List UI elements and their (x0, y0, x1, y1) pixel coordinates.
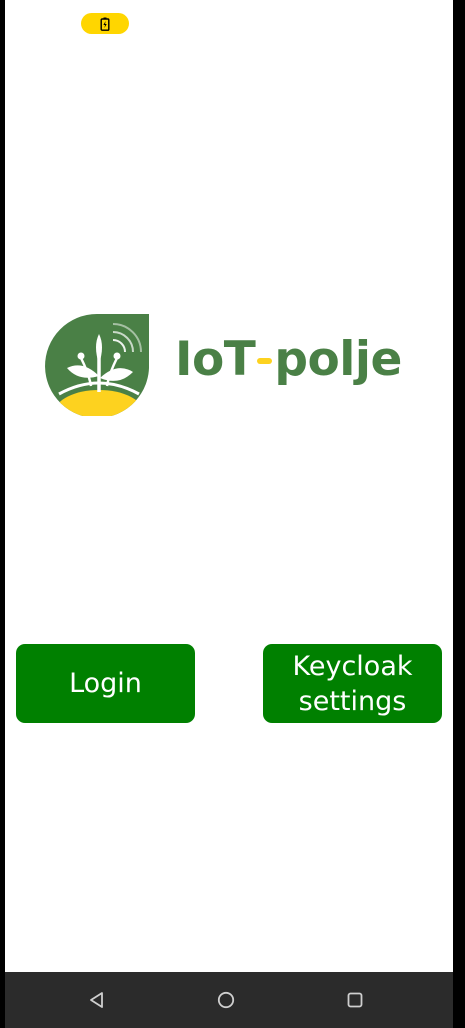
logo-dash (257, 357, 273, 364)
logo-wordmark: IoT polje (175, 330, 402, 390)
logo-text-iot: IoT (175, 332, 256, 387)
system-navigation-bar (5, 972, 453, 1028)
recents-square-icon[interactable] (341, 986, 369, 1014)
home-circle-icon[interactable] (212, 986, 240, 1014)
back-triangle-icon[interactable] (83, 986, 111, 1014)
screen-edge (453, 0, 465, 1028)
keycloak-settings-button[interactable]: Keycloak settings (263, 644, 442, 723)
login-button[interactable]: Login (16, 644, 195, 723)
logo-text-polje: polje (274, 332, 402, 387)
plant-logo-icon (45, 314, 149, 416)
battery-status-pill (81, 13, 129, 34)
app-logo: IoT polje (45, 312, 405, 416)
app-screen: IoT polje Login Keycloak settings (5, 0, 453, 1028)
battery-charging-icon (100, 17, 110, 31)
